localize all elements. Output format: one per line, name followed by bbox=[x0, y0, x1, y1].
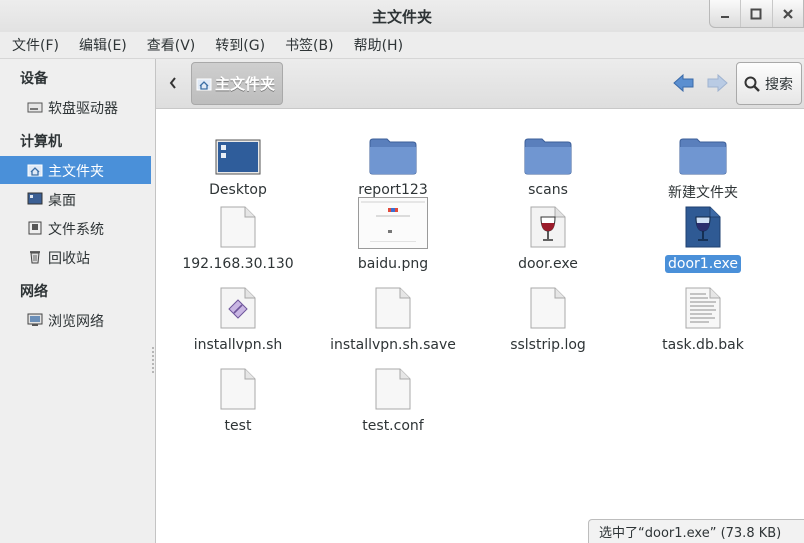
file-item-sslstrip-log[interactable]: sslstrip.log bbox=[473, 278, 623, 354]
file-name: baidu.png bbox=[357, 256, 429, 272]
blank-file-icon bbox=[220, 206, 256, 248]
filesystem-icon bbox=[28, 221, 42, 235]
back-arrow-icon[interactable] bbox=[672, 72, 696, 94]
file-name: 192.168.30.130 bbox=[182, 256, 294, 272]
folder-icon bbox=[524, 138, 572, 175]
section-heading-computer: 计算机 bbox=[20, 134, 62, 150]
forward-arrow-icon[interactable] bbox=[705, 72, 729, 94]
blank-file-icon bbox=[375, 368, 411, 410]
network-icon bbox=[27, 313, 43, 326]
chevron-left-icon bbox=[169, 77, 176, 89]
file-item-new-folder[interactable]: 新建文件夹 bbox=[628, 123, 778, 203]
sidebar-item-label: 桌面 bbox=[48, 193, 76, 209]
search-icon bbox=[744, 76, 760, 92]
path-button-label: 主文件夹 bbox=[215, 75, 276, 93]
sidebar-item-filesystem[interactable]: 文件系统 bbox=[0, 214, 151, 242]
menu-file[interactable]: 文件(F) bbox=[0, 35, 67, 55]
image-thumbnail-icon bbox=[358, 197, 428, 249]
file-name: task.db.bak bbox=[662, 337, 744, 353]
file-name: installvpn.sh bbox=[193, 337, 283, 353]
sidebar-resize-handle[interactable] bbox=[152, 347, 154, 373]
file-item-installvpn-sh-save[interactable]: installvpn.sh.save bbox=[318, 278, 468, 354]
wine-exe-icon bbox=[685, 206, 721, 248]
home-folder-icon bbox=[196, 78, 212, 90]
file-name: installvpn.sh.save bbox=[330, 337, 456, 353]
file-item-ip-file[interactable]: 192.168.30.130 bbox=[163, 197, 313, 273]
blank-file-icon bbox=[375, 287, 411, 329]
minimize-icon bbox=[721, 15, 730, 18]
section-heading-network: 网络 bbox=[20, 284, 48, 300]
selection-status: 选中了“door1.exe” (73.8 KB) bbox=[588, 519, 804, 543]
window-title: 主文件夹 bbox=[371, 8, 432, 26]
menu-view[interactable]: 查看(V) bbox=[135, 35, 204, 55]
wine-exe-icon bbox=[530, 206, 566, 248]
file-name: sslstrip.log bbox=[510, 337, 586, 353]
file-item-door-exe[interactable]: door.exe bbox=[473, 197, 623, 273]
sidebar-item-label: 软盘驱动器 bbox=[48, 101, 118, 117]
search-button[interactable]: 搜索 bbox=[736, 62, 802, 105]
file-view: Desktop report123 scans 新建文件夹 192.168.30… bbox=[156, 109, 804, 543]
maximize-icon bbox=[750, 8, 762, 19]
file-name: test bbox=[224, 418, 252, 434]
menu-bookmarks[interactable]: 书签(B) bbox=[273, 35, 342, 55]
menu-edit[interactable]: 编辑(E) bbox=[67, 35, 135, 55]
blank-file-icon bbox=[220, 368, 256, 410]
folder-icon bbox=[679, 138, 727, 175]
section-heading-devices: 设备 bbox=[20, 71, 48, 87]
maximize-button[interactable] bbox=[740, 0, 771, 27]
text-file-icon bbox=[685, 287, 721, 329]
minimize-button[interactable] bbox=[710, 0, 740, 27]
trash-icon bbox=[30, 251, 40, 264]
location-toolbar: 主文件夹 搜索 bbox=[156, 59, 804, 109]
file-item-installvpn-sh[interactable]: installvpn.sh bbox=[163, 278, 313, 354]
file-name: test.conf bbox=[362, 418, 424, 434]
file-item-baidu-png[interactable]: baidu.png bbox=[318, 197, 468, 273]
home-folder-icon bbox=[27, 164, 43, 177]
sidebar-item-home[interactable]: 主文件夹 bbox=[0, 156, 151, 184]
menu-help[interactable]: 帮助(H) bbox=[342, 35, 411, 55]
file-item-desktop[interactable]: Desktop bbox=[163, 123, 313, 199]
sidebar-item-label: 主文件夹 bbox=[48, 164, 104, 180]
search-label: 搜索 bbox=[765, 76, 793, 93]
file-item-test[interactable]: test bbox=[163, 359, 313, 435]
places-sidebar: 设备 软盘驱动器 计算机 主文件夹 桌面 文件系统 回收站 网络 浏览网络 bbox=[0, 59, 156, 543]
close-button[interactable] bbox=[771, 0, 803, 27]
title-bar: 主文件夹 bbox=[0, 0, 804, 32]
blank-file-icon bbox=[530, 287, 566, 329]
floppy-drive-icon bbox=[27, 102, 43, 113]
file-item-scans[interactable]: scans bbox=[473, 123, 623, 199]
file-name: door1.exe bbox=[665, 255, 741, 273]
sidebar-item-browse-network[interactable]: 浏览网络 bbox=[0, 306, 151, 334]
file-item-task-db-bak[interactable]: task.db.bak bbox=[628, 278, 778, 354]
sidebar-item-label: 回收站 bbox=[48, 251, 90, 267]
menu-bar: 文件(F) 编辑(E) 查看(V) 转到(G) 书签(B) 帮助(H) bbox=[0, 32, 804, 59]
file-item-report123[interactable]: report123 bbox=[318, 123, 468, 199]
folder-icon bbox=[369, 138, 417, 175]
sidebar-item-desktop[interactable]: 桌面 bbox=[0, 185, 151, 213]
sidebar-item-trash[interactable]: 回收站 bbox=[0, 243, 151, 271]
script-file-icon bbox=[220, 287, 256, 329]
window-controls bbox=[709, 0, 804, 28]
close-icon bbox=[783, 8, 793, 19]
file-manager-window: 主文件夹 文件(F) 编辑(E) 查看(V) 转到(G) 书签(B) 帮助(H)… bbox=[0, 0, 804, 543]
file-item-test-conf[interactable]: test.conf bbox=[318, 359, 468, 435]
file-item-door1-exe[interactable]: door1.exe bbox=[628, 197, 778, 273]
path-bar-back-button[interactable] bbox=[162, 69, 184, 97]
desktop-icon bbox=[27, 192, 43, 205]
file-name: door.exe bbox=[518, 256, 578, 272]
path-button-home[interactable]: 主文件夹 bbox=[191, 62, 283, 105]
sidebar-item-label: 文件系统 bbox=[48, 222, 104, 238]
sidebar-item-floppy[interactable]: 软盘驱动器 bbox=[0, 93, 151, 121]
menu-go[interactable]: 转到(G) bbox=[203, 35, 273, 55]
desktop-folder-icon bbox=[215, 139, 261, 175]
sidebar-item-label: 浏览网络 bbox=[48, 314, 104, 330]
